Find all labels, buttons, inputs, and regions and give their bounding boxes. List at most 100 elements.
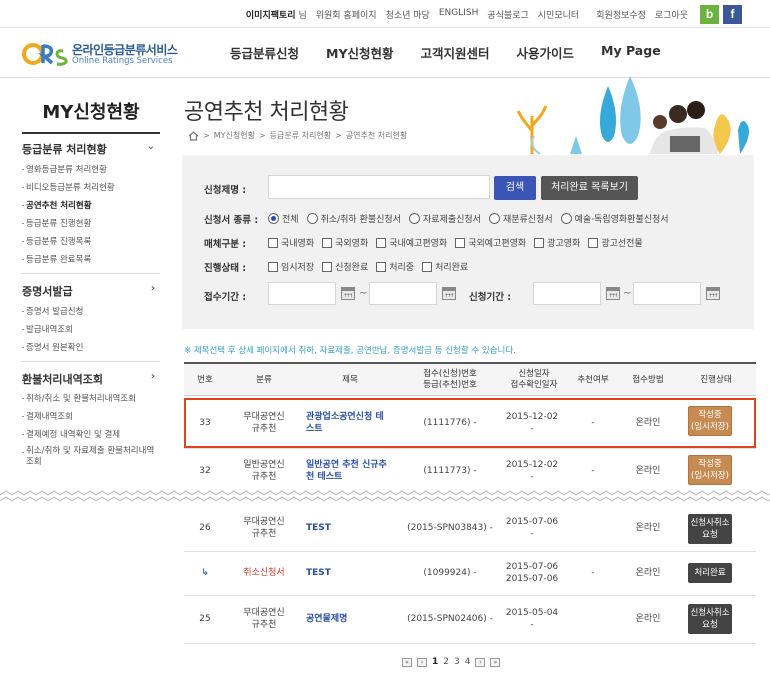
media-option-foreign-trailer[interactable]: 국외예고편영화 bbox=[455, 236, 526, 249]
checkbox[interactable] bbox=[376, 261, 387, 272]
nav-my-status[interactable]: MY신청현황 bbox=[326, 43, 394, 62]
nav-support[interactable]: 고객지원센터 bbox=[421, 43, 490, 62]
checkbox[interactable] bbox=[588, 237, 599, 248]
sidebar-item-payment-pending[interactable]: 결제예정 내역확인 및 결제 bbox=[22, 428, 156, 440]
radio[interactable] bbox=[488, 213, 500, 224]
state-option-processing[interactable]: 처리중 bbox=[376, 260, 414, 273]
cell-method: 온라인 bbox=[635, 614, 661, 624]
type-option-cancel[interactable]: 취소/취하 환불신청서 bbox=[306, 212, 401, 225]
state-option-done[interactable]: 처리완료 bbox=[422, 260, 468, 273]
status-badge[interactable]: 작성중 (임시저장) bbox=[688, 455, 732, 485]
row-title-link[interactable]: 공연물제명 bbox=[306, 596, 402, 642]
status-badge[interactable]: 신청사취소 요청 bbox=[688, 604, 732, 634]
sidebar-group-certificate[interactable]: 증명서발급 › bbox=[22, 283, 160, 299]
row-title-link[interactable]: TEST bbox=[306, 552, 402, 594]
first-page-button[interactable]: « bbox=[402, 657, 412, 667]
member-edit-link[interactable]: 회원정보수정 bbox=[596, 8, 646, 21]
logout-link[interactable]: 로그아웃 bbox=[655, 8, 688, 21]
checkbox[interactable] bbox=[534, 237, 545, 248]
status-badge[interactable]: 신청사취소 요청 bbox=[688, 514, 732, 544]
state-option-temp[interactable]: 임시저장 bbox=[268, 260, 314, 273]
sidebar-item-video-status[interactable]: 비디오등급분류 처리현황 bbox=[22, 181, 156, 193]
cell-receipt-number: (1099924) - bbox=[423, 568, 477, 578]
radio[interactable] bbox=[306, 213, 318, 224]
blog-link[interactable]: 공식블로그 bbox=[487, 8, 528, 21]
calendar-icon[interactable] bbox=[706, 287, 720, 300]
receipt-start-date-input[interactable] bbox=[268, 282, 336, 305]
checkbox[interactable] bbox=[268, 237, 278, 248]
receipt-end-date-input[interactable] bbox=[369, 282, 437, 305]
cell-receipt-number: (2015-SPN02406) - bbox=[407, 614, 493, 624]
sidebar-item-certificate-apply[interactable]: 증명서 발급신청 bbox=[22, 305, 156, 317]
row-title-link[interactable]: TEST bbox=[306, 506, 402, 550]
calendar-icon[interactable] bbox=[442, 287, 456, 300]
th-method: 접수방법 bbox=[632, 374, 664, 385]
breadcrumb-item[interactable]: 등급분류 처리현황 bbox=[270, 130, 331, 141]
state-option-applied[interactable]: 신청완료 bbox=[322, 260, 368, 273]
type-option-art-refund[interactable]: 예술·독립영화환불신청서 bbox=[560, 212, 669, 225]
sidebar-item-original-check[interactable]: 증명서 원본확인 bbox=[22, 341, 156, 353]
nav-guide[interactable]: 사용가이드 bbox=[517, 43, 575, 62]
radio[interactable] bbox=[408, 213, 420, 224]
site-logo[interactable]: 온라인등급분류서비스 Online Ratings Services bbox=[22, 40, 182, 70]
completed-list-button[interactable]: 처리완료 목록보기 bbox=[541, 176, 638, 200]
sidebar-item-submission-refund[interactable]: 취소/취하 및 자료제출 환불처리내역조회 bbox=[22, 446, 156, 468]
title-label: 신청제명 : bbox=[204, 185, 247, 196]
calendar-icon[interactable] bbox=[606, 287, 620, 300]
media-option-ad-material[interactable]: 광고선전물 bbox=[588, 236, 643, 249]
sidebar-item-movie-status[interactable]: 영화등급분류 처리현황 bbox=[22, 163, 156, 175]
sidebar-item-complete-list[interactable]: 등급분류 완료목록 bbox=[22, 253, 156, 265]
search-button[interactable]: 검색 bbox=[494, 176, 536, 200]
media-option-domestic-trailer[interactable]: 국내예고편영화 bbox=[376, 236, 447, 249]
calendar-icon[interactable] bbox=[341, 287, 355, 300]
sidebar-group-refund[interactable]: 환불처리내역조회 › bbox=[22, 371, 160, 387]
chevron-right-icon: › bbox=[150, 283, 155, 294]
breadcrumb-item: 공연추천 처리현황 bbox=[345, 131, 408, 140]
checkbox[interactable] bbox=[376, 237, 387, 248]
committee-link[interactable]: 위원회 홈페이지 bbox=[316, 8, 377, 21]
status-badge[interactable]: 처리완료 bbox=[688, 563, 732, 583]
type-option-all[interactable]: 전체 bbox=[268, 212, 299, 225]
sidebar-item-progress-list[interactable]: 등급분류 진행목록 bbox=[22, 235, 156, 247]
sidebar-item-performance-status[interactable]: 공연추천 처리현황 bbox=[22, 199, 156, 211]
nav-rating-apply[interactable]: 등급분류신청 bbox=[230, 43, 299, 62]
title-search-input[interactable] bbox=[268, 175, 490, 199]
english-link[interactable]: ENGLISH bbox=[439, 8, 479, 21]
facebook-icon[interactable]: f bbox=[723, 5, 742, 24]
checkbox[interactable] bbox=[455, 237, 466, 248]
prev-page-button[interactable]: ‹ bbox=[417, 657, 427, 667]
radio-selected[interactable] bbox=[268, 213, 279, 224]
radio[interactable] bbox=[560, 213, 572, 224]
media-option-domestic[interactable]: 국내영화 bbox=[268, 236, 314, 249]
sidebar-item-refund-history[interactable]: 취하/취소 및 환불처리내역조회 bbox=[22, 392, 156, 404]
page-number[interactable]: 1 bbox=[432, 657, 438, 667]
media-option-ad-film[interactable]: 광고영화 bbox=[534, 236, 580, 249]
last-page-button[interactable]: » bbox=[490, 657, 501, 667]
apply-end-date-input[interactable] bbox=[633, 282, 701, 305]
sidebar-group-rating-status[interactable]: 등급분류 처리현황 ⌄ bbox=[22, 141, 160, 157]
sidebar-item-payment-history[interactable]: 결제내역조회 bbox=[22, 410, 156, 422]
sidebar-item-issue-history[interactable]: 발급내역조회 bbox=[22, 323, 156, 335]
page-number[interactable]: 4 bbox=[465, 657, 471, 667]
next-page-button[interactable]: › bbox=[475, 657, 486, 667]
checkbox[interactable] bbox=[322, 237, 333, 248]
media-option-foreign[interactable]: 국외영화 bbox=[322, 236, 368, 249]
youth-link[interactable]: 청소년 마당 bbox=[386, 8, 430, 21]
monitor-link[interactable]: 시민모니터 bbox=[538, 8, 579, 21]
nav-mypage[interactable]: My Page bbox=[601, 43, 661, 62]
sidebar-item-progress-status[interactable]: 등급분류 진행현황 bbox=[22, 217, 156, 229]
checkbox[interactable] bbox=[422, 261, 433, 272]
checkbox[interactable] bbox=[322, 261, 333, 272]
receipt-period-label: 접수기간 : bbox=[204, 292, 247, 303]
breadcrumb-item[interactable]: MY신청현황 bbox=[214, 130, 255, 141]
blog-icon[interactable]: b bbox=[700, 5, 719, 24]
sidebar-title-divider bbox=[22, 132, 160, 134]
type-option-reclassify[interactable]: 재분류신청서 bbox=[488, 212, 553, 225]
page-number[interactable]: 3 bbox=[454, 657, 460, 667]
apply-start-date-input[interactable] bbox=[533, 282, 601, 305]
page-number[interactable]: 2 bbox=[443, 657, 449, 667]
home-icon[interactable] bbox=[188, 130, 199, 141]
type-option-submission[interactable]: 자료제출신청서 bbox=[408, 212, 481, 225]
th-category: 분류 bbox=[256, 374, 272, 385]
checkbox[interactable] bbox=[268, 261, 278, 272]
